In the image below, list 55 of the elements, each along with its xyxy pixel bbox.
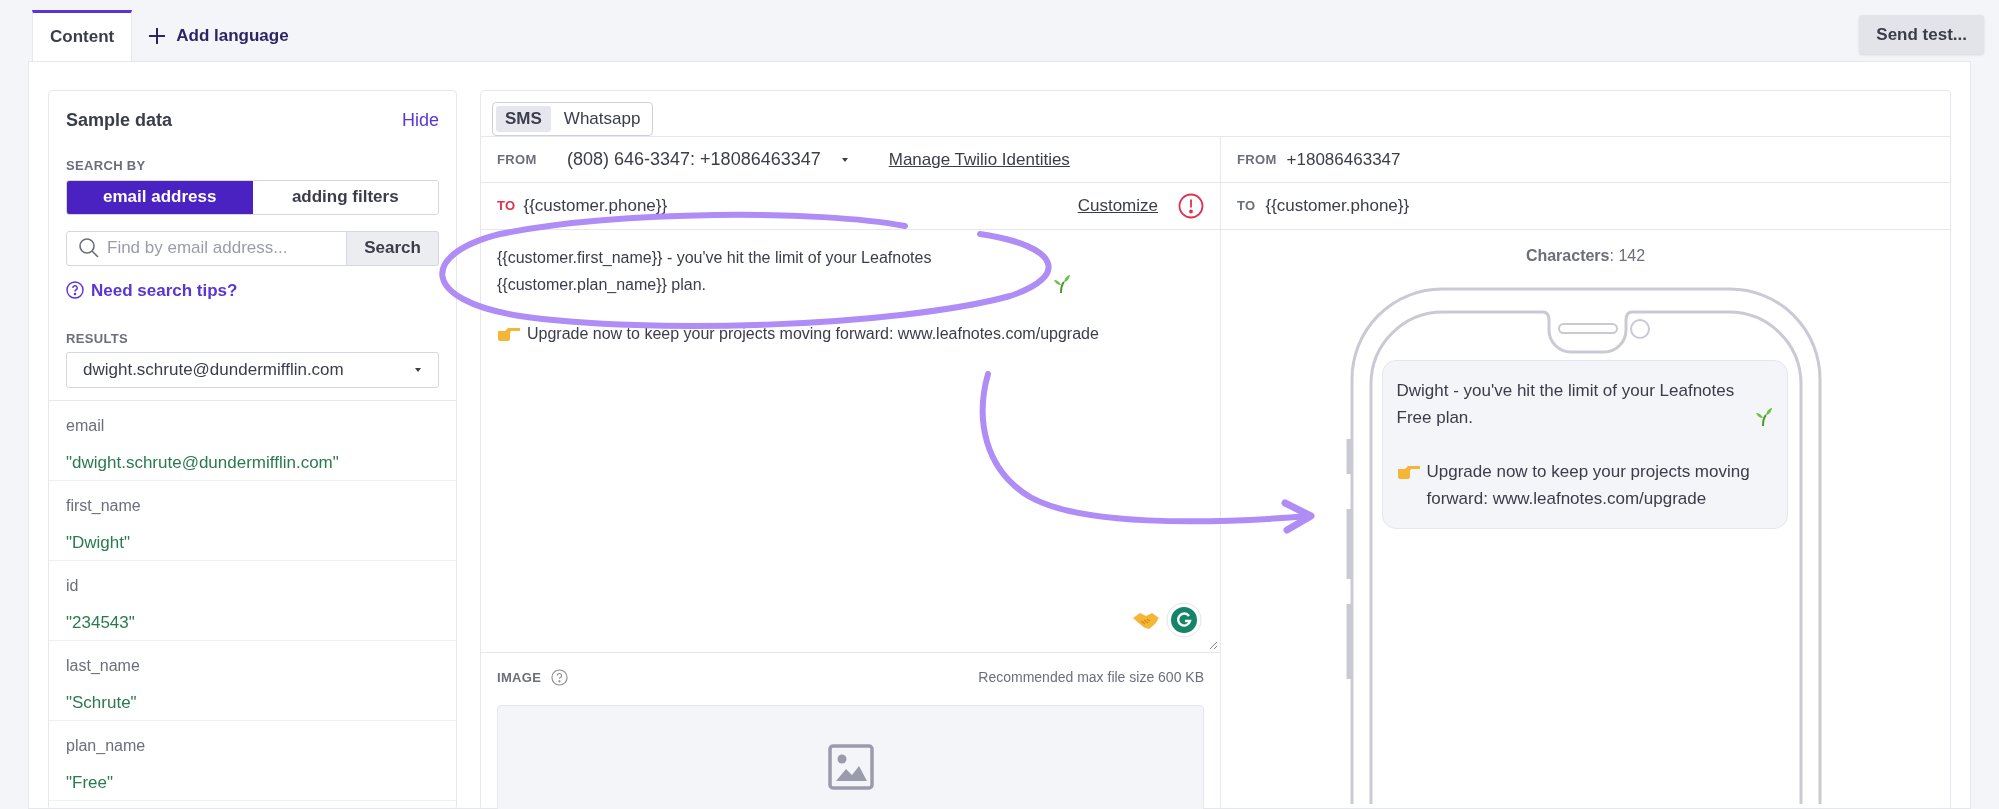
to-value: {{customer.phone}}	[523, 195, 668, 218]
search-field[interactable]: Find by email address...	[66, 230, 347, 266]
image-label: IMAGE	[497, 668, 542, 687]
grammarly-icon	[1166, 602, 1202, 638]
field-value: "Free"	[66, 771, 115, 794]
panel-title: Sample data	[66, 109, 173, 132]
field-name: plan_name	[66, 735, 147, 756]
field-value: "Schrute"	[66, 691, 138, 714]
to-label: TO	[497, 197, 516, 216]
from-label: FROM	[1237, 150, 1277, 169]
sprout-icon	[1754, 407, 1773, 427]
caret-icon	[840, 156, 849, 163]
warning-icon	[1178, 193, 1204, 219]
message-text: {{customer.first_name}} - you've hit the limit of your Leafnotes {{customer.plan_name}} plan.	[497, 248, 933, 295]
field-name: first_name	[66, 495, 142, 516]
send-test-button[interactable]: Send test...	[1859, 15, 1984, 54]
caret-icon	[414, 366, 422, 373]
field-value: "dwight.schrute@dundermifflin.com"	[66, 451, 340, 474]
bubble-text: Upgrade now to keep your projects moving forward: www.leafnotes.com/upgrade	[1426, 461, 1751, 510]
channel-tab[interactable]: SMS	[496, 106, 551, 132]
manage-identities-link[interactable]: Manage Twilio Identities	[888, 146, 1070, 173]
search-by-option[interactable]: email address	[67, 180, 253, 214]
search-by-label: SEARCH BY	[66, 157, 147, 175]
message-text: Upgrade now to keep your projects moving forward: www.leafnotes.com/upgrade	[527, 324, 1099, 344]
help-icon	[66, 281, 84, 300]
field-value: "234543"	[66, 611, 136, 634]
hide-link[interactable]: Hide	[401, 107, 439, 134]
field-name: id	[66, 575, 80, 596]
to-label: TO	[1237, 197, 1256, 216]
from-dropdown[interactable]: (808) 646-3347: +18086463347	[567, 146, 849, 173]
search-icon	[78, 236, 100, 259]
help-icon[interactable]	[551, 669, 569, 686]
pointing-hand-icon	[497, 326, 521, 342]
content-tab[interactable]: Content	[32, 10, 133, 61]
image-icon	[827, 744, 874, 790]
search-button[interactable]: Search	[347, 230, 439, 266]
results-dropdown[interactable]: dwight.schrute@dundermifflin.com	[66, 351, 439, 388]
field-name: last_name	[66, 655, 141, 676]
from-label: FROM	[497, 150, 538, 169]
file-size-hint: Recommended max file size 600 KB	[978, 668, 1204, 687]
from-value: +18086463347	[1286, 148, 1401, 171]
results-label: RESULTS	[66, 330, 129, 348]
field-value: "Dwight"	[66, 531, 132, 554]
search-tips-link[interactable]: Need search tips?	[66, 277, 439, 303]
pointing-hand-icon	[1396, 464, 1421, 480]
bubble-text: Dwight - you've hit the limit of your Leafnotes Free plan.	[1396, 380, 1736, 429]
to-value: {{customer.phone}}	[1265, 195, 1410, 218]
sprout-icon	[1053, 274, 1071, 294]
plus-icon	[148, 26, 167, 45]
add-language-button[interactable]: Add language	[146, 10, 291, 61]
field-name: email	[66, 415, 106, 436]
message-textarea[interactable]: {{customer.first_name}} - you've hit the limit of your Leafnotes {{customer.plan_name}} plan. Upgrade now to keep your projects moving forward: www.leafnotes.com/upgrade	[481, 230, 1220, 653]
resize-handle-icon[interactable]	[1208, 640, 1218, 650]
customize-link[interactable]: Customize	[1077, 193, 1158, 219]
character-count: Characters: 142	[1525, 246, 1646, 266]
